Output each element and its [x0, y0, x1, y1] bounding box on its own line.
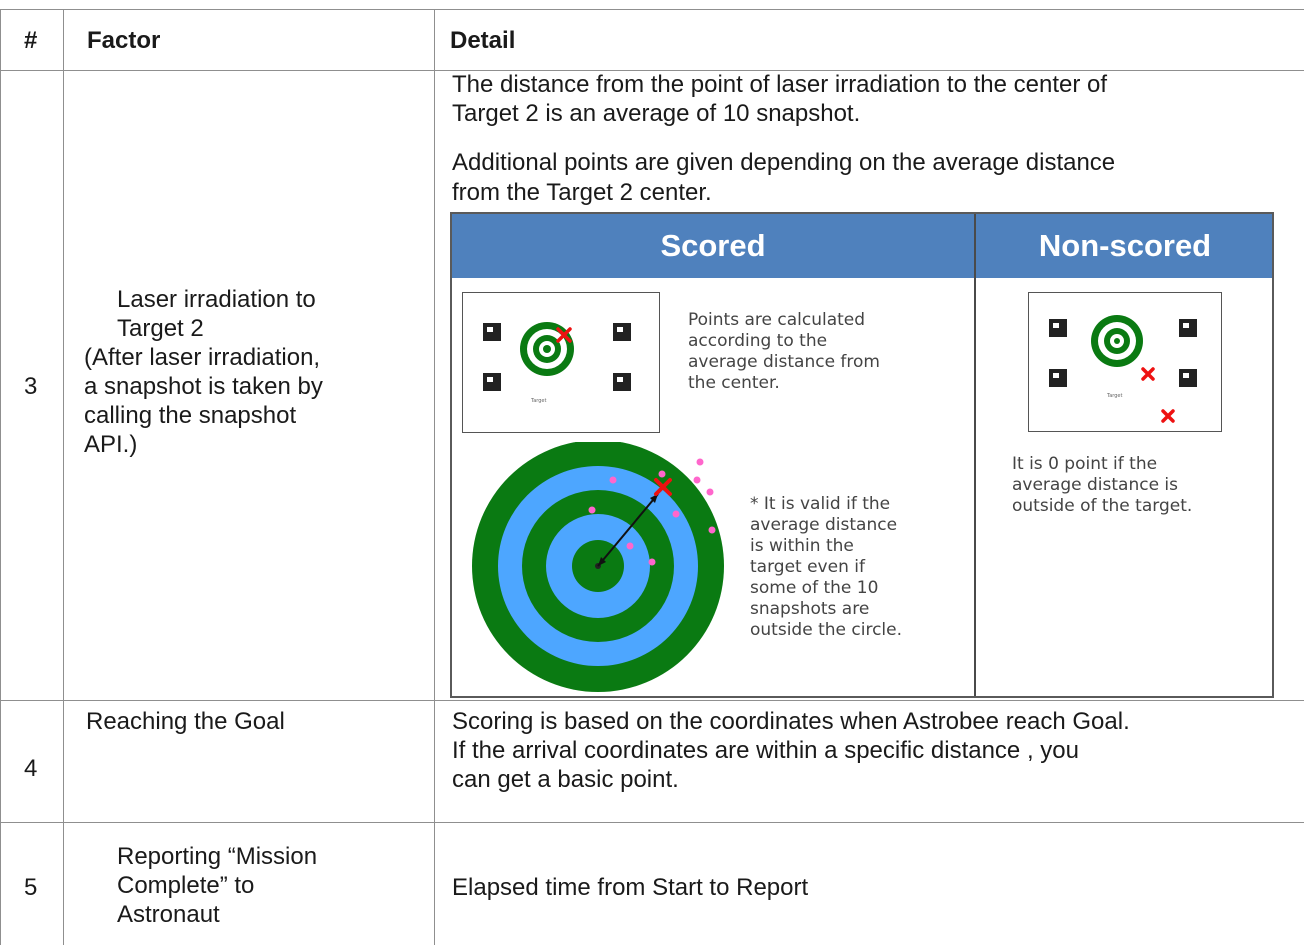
col-divider-3	[434, 9, 435, 945]
scored-target-diagram: Target	[462, 292, 660, 433]
row3-divider	[0, 700, 1304, 701]
ar-marker-icon	[483, 373, 501, 391]
ar-marker-icon	[1049, 369, 1067, 387]
small-target-icon	[520, 322, 574, 376]
row4-detail-line: Scoring is based on the coordinates when…	[452, 708, 1130, 735]
header-factor: Factor	[87, 27, 161, 54]
nonscored-header: Non-scored	[976, 214, 1272, 278]
row5-number: 5	[24, 874, 38, 901]
scored-description: according to the	[688, 331, 828, 351]
row3-factor-line: (After laser irradiation,	[84, 344, 321, 371]
scored-description: average distance from	[688, 352, 880, 372]
row5-factor-line: Complete” to	[117, 872, 255, 899]
valid-note: is within the	[750, 536, 854, 556]
row3-factor-line: Target 2	[117, 315, 204, 342]
scored-header: Scored	[452, 214, 974, 278]
table-top-border	[0, 9, 1304, 10]
scored-description: Points are calculated	[688, 310, 866, 330]
row5-factor-line: Astronaut	[117, 901, 220, 928]
ar-marker-icon	[613, 373, 631, 391]
ar-marker-icon	[613, 323, 631, 341]
valid-note: average distance	[750, 515, 898, 535]
row5-detail: Elapsed time from Start to Report	[452, 874, 809, 901]
row3-detail-line: Additional points are given depending on…	[452, 149, 1116, 176]
scoring-figure: Scored Non-scored Target Points are calc…	[450, 212, 1274, 698]
figure-column-divider	[974, 214, 976, 696]
row3-factor-line: API.)	[84, 431, 138, 458]
nonscored-description: outside of the target.	[1012, 496, 1193, 516]
row4-number: 4	[24, 755, 38, 782]
scoring-table: # Factor Detail 3 Laser irradiation to T…	[0, 0, 1304, 945]
row4-divider	[0, 822, 1304, 823]
header-number: #	[24, 27, 38, 54]
row3-factor-line: Laser irradiation to	[117, 286, 316, 313]
row3-number: 3	[24, 373, 38, 400]
valid-note: target even if	[750, 557, 865, 577]
nonscored-description: average distance is	[1012, 475, 1179, 495]
nonscored-description: It is 0 point if the	[1012, 454, 1158, 474]
ar-marker-icon	[483, 323, 501, 341]
col-divider-1	[0, 9, 1, 945]
laser-point-cross-icon	[1141, 367, 1175, 423]
ar-marker-icon	[1049, 319, 1067, 337]
row3-factor-line: calling the snapshot	[84, 402, 297, 429]
row5-factor-line: Reporting “Mission	[117, 843, 318, 870]
valid-note: some of the 10	[750, 578, 879, 598]
small-target-icon	[1091, 315, 1175, 423]
row3-detail-line: from the Target 2 center.	[452, 179, 712, 206]
bullseye-target-icon	[472, 442, 724, 692]
valid-note: outside the circle.	[750, 620, 902, 640]
col-divider-2	[63, 9, 64, 945]
row3-detail-line: The distance from the point of laser irr…	[452, 71, 1108, 98]
nonscored-target-diagram: Target	[1028, 292, 1222, 432]
row3-factor-line: a snapshot is taken by	[84, 373, 323, 400]
valid-note: snapshots are	[750, 599, 870, 619]
scored-description: the center.	[688, 373, 780, 393]
row3-detail-line: Target 2 is an average of 10 snapshot.	[452, 100, 861, 127]
row4-detail-line: can get a basic point.	[452, 766, 679, 793]
row4-detail-line: If the arrival coordinates are within a …	[452, 737, 1079, 764]
header-detail: Detail	[450, 27, 516, 54]
valid-note: * It is valid if the	[750, 494, 891, 514]
row4-factor: Reaching the Goal	[86, 708, 285, 735]
